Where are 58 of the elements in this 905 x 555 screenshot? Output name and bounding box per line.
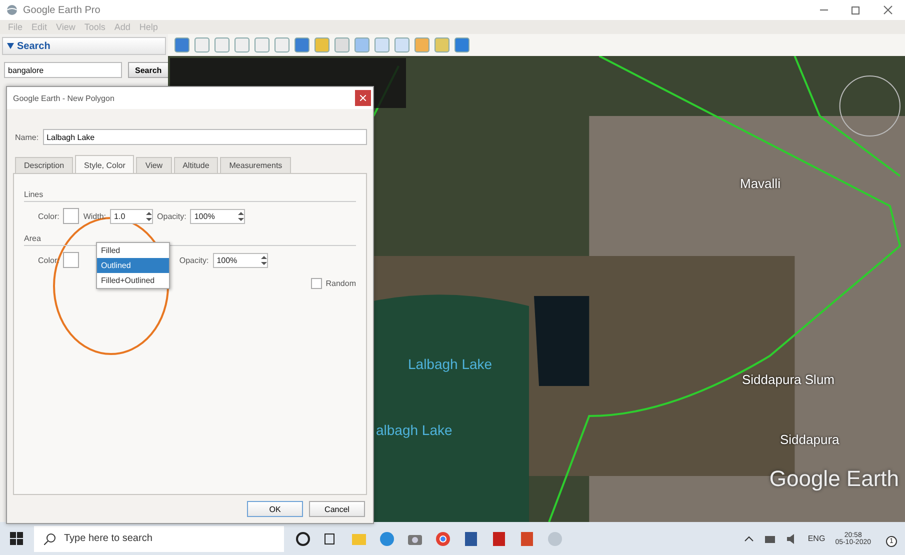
close-icon[interactable] <box>883 5 893 15</box>
tool-icon[interactable] <box>274 37 290 53</box>
search-field[interactable]: bangalore <box>4 62 122 78</box>
compass-ring[interactable] <box>839 76 900 136</box>
app-logo-icon <box>6 4 18 16</box>
tool-icon[interactable] <box>194 37 210 53</box>
map-label: albagh Lake <box>376 422 452 438</box>
dialog-button[interactable]: OK <box>247 501 303 517</box>
maximize-icon[interactable] <box>851 5 861 15</box>
field-label: Opacity: <box>179 256 209 264</box>
search-placeholder: Type here to search <box>64 533 152 544</box>
tab[interactable]: Altitude <box>174 157 218 173</box>
dropdown-option[interactable]: Filled+Outlined <box>97 273 169 288</box>
language-indicator[interactable]: ENG <box>808 534 826 543</box>
dropdown-option[interactable]: Filled <box>97 243 169 258</box>
tool-icon[interactable] <box>234 37 250 53</box>
panel-title: Search <box>17 40 50 52</box>
dropdown-option[interactable]: Outlined <box>97 258 169 273</box>
tool-icon[interactable] <box>254 37 270 53</box>
start-icon[interactable] <box>10 532 24 546</box>
search-panel-header[interactable]: Search <box>2 37 166 55</box>
dialog-title: Google Earth - New Polygon <box>13 94 114 102</box>
opacity-spinner[interactable]: 100% <box>212 252 268 268</box>
checkbox-label: Random <box>326 279 356 288</box>
color-swatch[interactable] <box>63 208 80 224</box>
tab[interactable]: Measurements <box>220 157 292 173</box>
dialog-button[interactable]: Cancel <box>309 501 365 517</box>
map-label: Siddapura Slum <box>742 372 834 387</box>
map-logo: Google Earth <box>769 466 899 492</box>
map-label: Lalbagh Lake <box>408 356 492 372</box>
collapse-triangle-icon[interactable] <box>7 43 14 49</box>
tab[interactable]: Description <box>15 157 74 173</box>
close-icon <box>360 95 366 101</box>
color-swatch[interactable] <box>63 252 80 268</box>
map-label: Mavalli <box>740 176 780 191</box>
document-icon[interactable] <box>462 530 480 548</box>
search-icon <box>44 532 56 544</box>
circle-icon[interactable] <box>294 530 312 548</box>
checkbox[interactable] <box>310 278 322 289</box>
map-label: Siddapura <box>780 432 840 447</box>
section-title: Lines <box>24 190 356 202</box>
window-title: Google Earth Pro <box>23 4 100 16</box>
taskbar-search-field[interactable]: Type here to search <box>34 526 284 552</box>
spinner-arrows-icon[interactable] <box>260 254 267 266</box>
name-field[interactable]: Lalbagh Lake <box>42 129 367 145</box>
name-label: Name: <box>15 132 39 142</box>
search-button[interactable]: Search <box>128 62 169 78</box>
tab[interactable]: View <box>136 157 172 173</box>
chevron-up-icon[interactable] <box>744 534 754 544</box>
opacity-spinner[interactable]: 100% <box>190 208 246 224</box>
width-spinner[interactable]: 1.0 <box>110 208 154 224</box>
tool-icon[interactable] <box>214 37 230 53</box>
spinner-arrows-icon[interactable] <box>146 210 152 222</box>
tab[interactable]: Style, Color <box>75 155 134 173</box>
close-button[interactable] <box>355 90 371 106</box>
field-label: Width: <box>83 212 106 220</box>
spinner-arrows-icon[interactable] <box>238 210 244 222</box>
field-label: Color: <box>38 212 60 220</box>
